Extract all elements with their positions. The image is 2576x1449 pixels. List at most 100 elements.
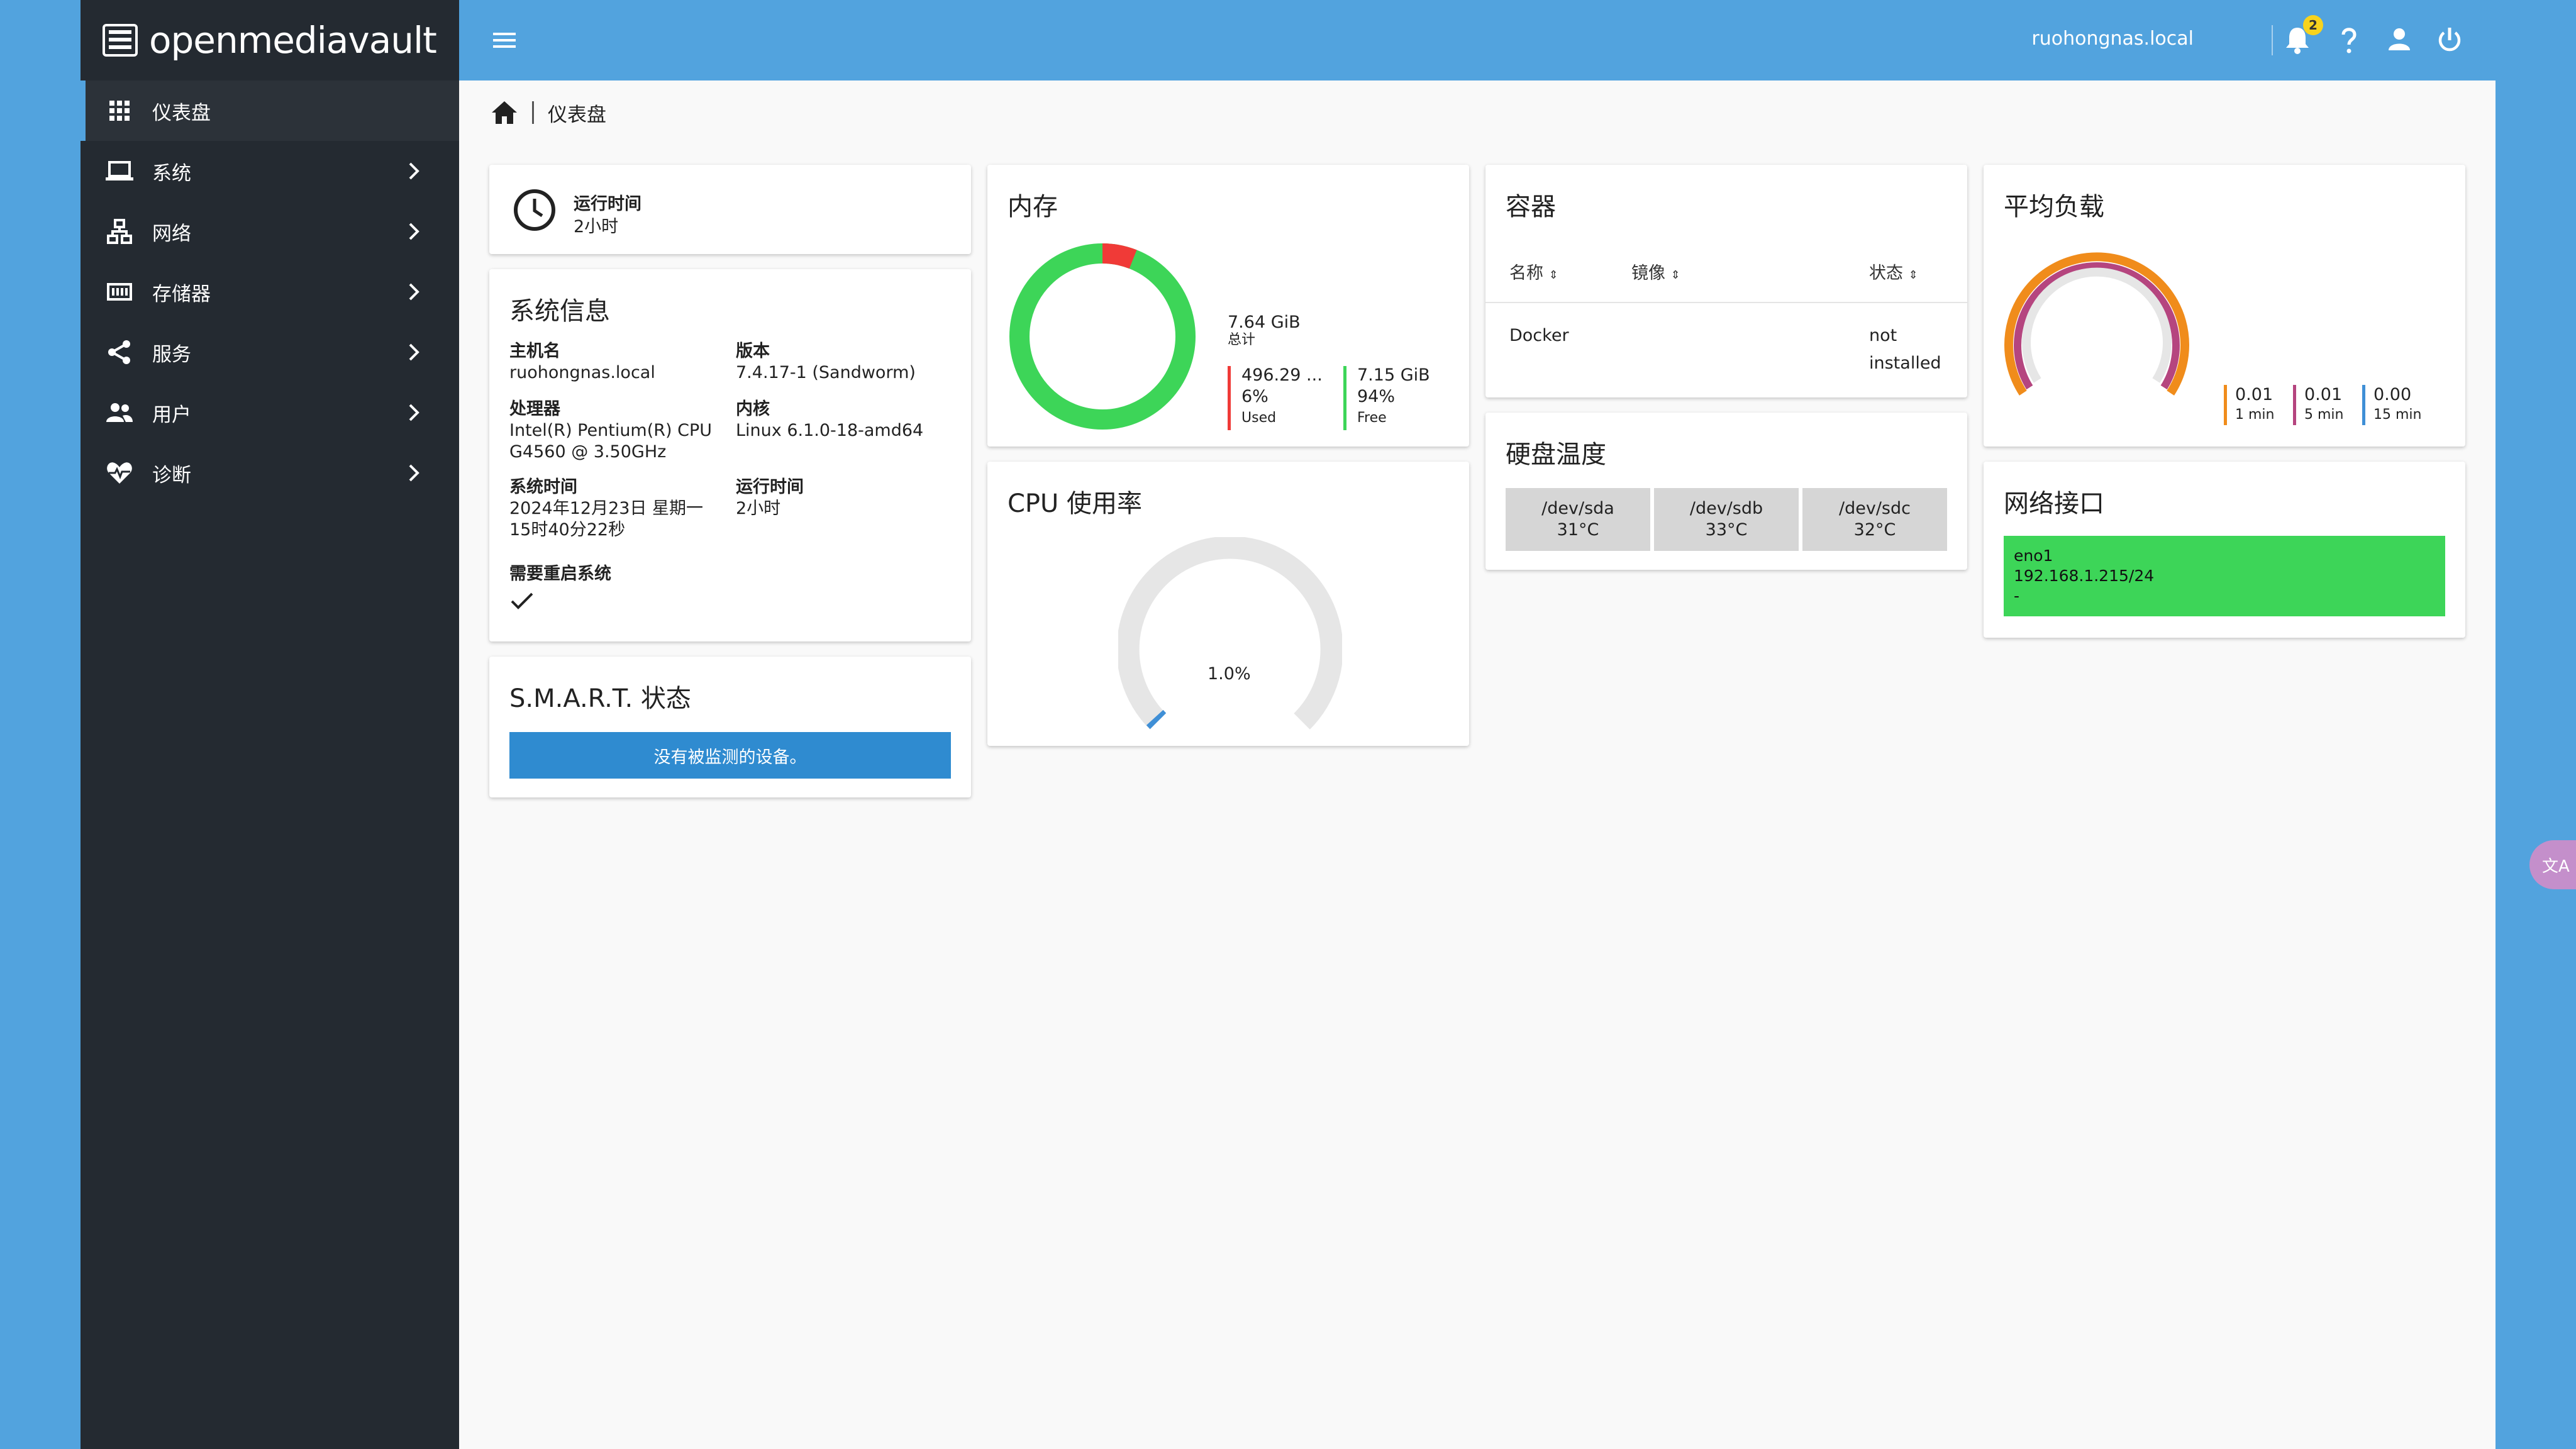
cpu-gauge-value-arc <box>1146 709 1167 730</box>
share-icon <box>106 338 133 366</box>
sidebar-item-dashboard[interactable]: 仪表盘 <box>80 80 459 141</box>
card-title: CPU 使用率 <box>1008 489 1143 518</box>
memory-free-arc <box>1009 243 1196 430</box>
hostname-label: ruohongnas.local <box>2031 28 2194 50</box>
hostname-field: 主机名 ruohongnas.local <box>509 341 655 384</box>
sidebar-item-system[interactable]: 系统 <box>80 141 459 201</box>
disk-device: /dev/sda <box>1541 499 1614 518</box>
sidebar-item-services[interactable]: 服务 <box>80 322 459 382</box>
sidebar-item-network[interactable]: 网络 <box>80 201 459 262</box>
load-value: 0.01 <box>2304 385 2343 404</box>
heart-pulse-icon <box>106 459 133 487</box>
column-header-status[interactable]: 状态 ⇕ <box>1869 259 1918 284</box>
interface-address: 192.168.1.215/24 <box>2014 567 2155 585</box>
field-label: 内核 <box>736 399 770 419</box>
kernel-field: 内核 Linux 6.1.0-18-amd64 <box>736 399 923 441</box>
cpu-gauge <box>1118 537 1342 730</box>
card-title: 系统信息 <box>509 297 610 326</box>
disk-tile: /dev/sdc 32°C <box>1802 488 1947 551</box>
field-label: 系统时间 <box>509 477 577 497</box>
storage-icon <box>106 278 133 306</box>
power-icon[interactable] <box>2434 24 2465 55</box>
disk-device: /dev/sdb <box>1689 499 1763 518</box>
load-value: 0.00 <box>2373 385 2412 404</box>
uptime-value: 2小时 <box>574 217 619 236</box>
load-5min: 0.01 5 min <box>2293 385 2343 425</box>
sidebar: openmediavault 仪表盘 系统 网络 存储器 服务 用户 诊断 <box>80 0 459 1449</box>
memory-free-label: Free <box>1357 410 1387 426</box>
version-field: 版本 7.4.17-1 (Sandworm) <box>736 341 916 384</box>
column-header-name[interactable]: 名称 ⇕ <box>1509 259 1558 284</box>
load-15min: 0.00 15 min <box>2362 385 2421 425</box>
sidebar-item-storage[interactable]: 存储器 <box>80 262 459 322</box>
cpu-field: 处理器 Intel(R) Pentium(R) CPU G4560 @ 3.50… <box>509 399 712 463</box>
uptime-card: 运行时间 2小时 <box>489 165 971 254</box>
load-gauge-track <box>2022 267 2172 383</box>
memory-free-bar <box>1343 366 1346 430</box>
app-logo[interactable]: openmediavault <box>80 0 459 80</box>
cpu-usage-card: CPU 使用率 1.0% <box>987 462 1469 746</box>
cpu-gauge-track <box>1118 537 1342 730</box>
card-title: 内存 <box>1008 192 1058 221</box>
smart-status-card: S.M.A.R.T. 状态 没有被监测的设备。 <box>489 657 971 797</box>
field-value: Linux 6.1.0-18-amd64 <box>736 421 924 440</box>
interface-name: eno1 <box>2014 547 2053 565</box>
sidebar-item-label: 系统 <box>152 162 191 185</box>
cpu-usage-value: 1.0% <box>1208 664 1251 684</box>
container-status: not installed <box>1869 322 1941 377</box>
memory-used-bar <box>1228 366 1231 430</box>
network-interface-tile: eno1 192.168.1.215/24 - <box>2004 536 2445 616</box>
network-interfaces-card: 网络接口 eno1 192.168.1.215/24 - <box>1984 462 2465 638</box>
memory-free-value: 7.15 GiB <box>1357 365 1430 385</box>
column-header-image[interactable]: 镜像 ⇕ <box>1631 259 1680 284</box>
memory-card: 内存 7.64 GiB 总计 496.29 ... 6% Used 7.15 G… <box>987 165 1469 447</box>
dashboard-column-2: 内存 7.64 GiB 总计 496.29 ... 6% Used 7.15 G… <box>987 165 1469 761</box>
uptime-label: 运行时间 <box>574 194 641 214</box>
sidebar-item-label: 仪表盘 <box>152 101 211 125</box>
checkmark-icon <box>511 592 533 609</box>
sidebar-item-diagnostics[interactable]: 诊断 <box>80 443 459 503</box>
load-label: 15 min <box>2373 407 2422 423</box>
menu-icon[interactable] <box>492 28 517 53</box>
chevron-right-icon <box>409 464 419 482</box>
load-label: 1 min <box>2235 407 2275 423</box>
card-title: 网络接口 <box>2004 489 2104 518</box>
disk-temp: 31°C <box>1557 520 1599 540</box>
sidebar-item-users[interactable]: 用户 <box>80 382 459 443</box>
header-label: 镜像 <box>1631 264 1665 283</box>
field-value: ruohongnas.local <box>509 363 655 382</box>
home-icon[interactable] <box>491 99 518 126</box>
field-value: 7.4.17-1 (Sandworm) <box>736 363 916 382</box>
field-label: 处理器 <box>509 399 560 419</box>
memory-used-label: Used <box>1241 410 1277 426</box>
translate-icon[interactable]: 文A <box>2529 840 2576 889</box>
right-background-strip <box>2496 0 2576 1449</box>
load-5min-bar <box>2293 385 2296 425</box>
laptop-icon <box>106 157 133 185</box>
interface-extra: - <box>2014 587 2020 605</box>
field-value: G4560 @ 3.50GHz <box>509 442 667 462</box>
memory-free-pct: 94% <box>1357 387 1396 406</box>
notification-badge: 2 <box>2303 15 2323 35</box>
card-title: S.M.A.R.T. 状态 <box>509 684 691 713</box>
sidebar-item-label: 网络 <box>152 222 191 245</box>
field-value: 15时40分22秒 <box>509 520 626 540</box>
chevron-right-icon <box>409 162 419 180</box>
sidebar-item-label: 服务 <box>152 343 191 366</box>
help-icon[interactable] <box>2333 24 2365 55</box>
load-average-card: 平均负载 0.01 1 min 0.01 5 min 0.00 15 min <box>1984 165 2465 447</box>
sidebar-item-label: 诊断 <box>152 464 191 487</box>
chevron-right-icon <box>409 283 419 301</box>
load-value: 0.01 <box>2235 385 2273 404</box>
header-label: 名称 <box>1509 264 1543 283</box>
memory-used-pct: 6% <box>1241 387 1269 406</box>
breadcrumb: 仪表盘 <box>491 92 606 133</box>
field-value: 2小时 <box>736 499 781 518</box>
uptime-field: 运行时间 2小时 <box>736 477 804 519</box>
user-icon[interactable] <box>2384 24 2415 55</box>
main-content: 仪表盘 运行时间 2小时 系统信息 主机名 ruohongnas.local 版… <box>459 80 2496 1449</box>
disk-device: /dev/sdc <box>1839 499 1911 518</box>
field-value: Intel(R) Pentium(R) CPU <box>509 421 713 440</box>
smart-info-message: 没有被监测的设备。 <box>509 732 951 779</box>
load-gauge <box>2004 252 2189 396</box>
